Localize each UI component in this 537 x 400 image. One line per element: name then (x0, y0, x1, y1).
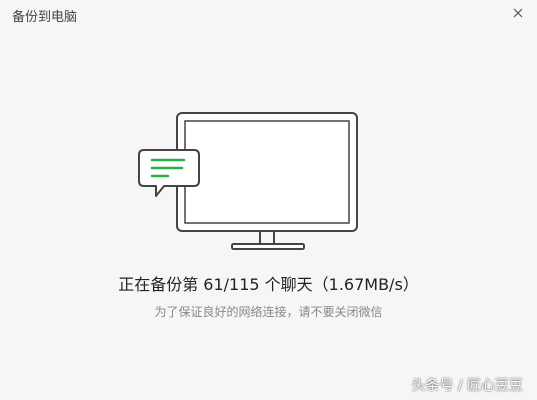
close-icon (513, 8, 523, 18)
watermark: 头条号 / 匠心豆豆 (411, 378, 523, 394)
close-button[interactable] (507, 2, 529, 24)
network-hint-text: 为了保证良好的网络连接，请不要关闭微信 (154, 305, 383, 319)
backup-window: 备份到电脑 正在备份第 61/115 个聊天（1.67MB/s） 为了保证良好的… (0, 0, 537, 400)
backup-progress-text: 正在备份第 61/115 个聊天（1.67MB/s） (118, 275, 419, 294)
title-bar: 备份到电脑 (0, 0, 537, 30)
backup-illustration (138, 112, 358, 250)
window-title: 备份到电脑 (12, 10, 78, 25)
monitor-icon (176, 112, 358, 250)
